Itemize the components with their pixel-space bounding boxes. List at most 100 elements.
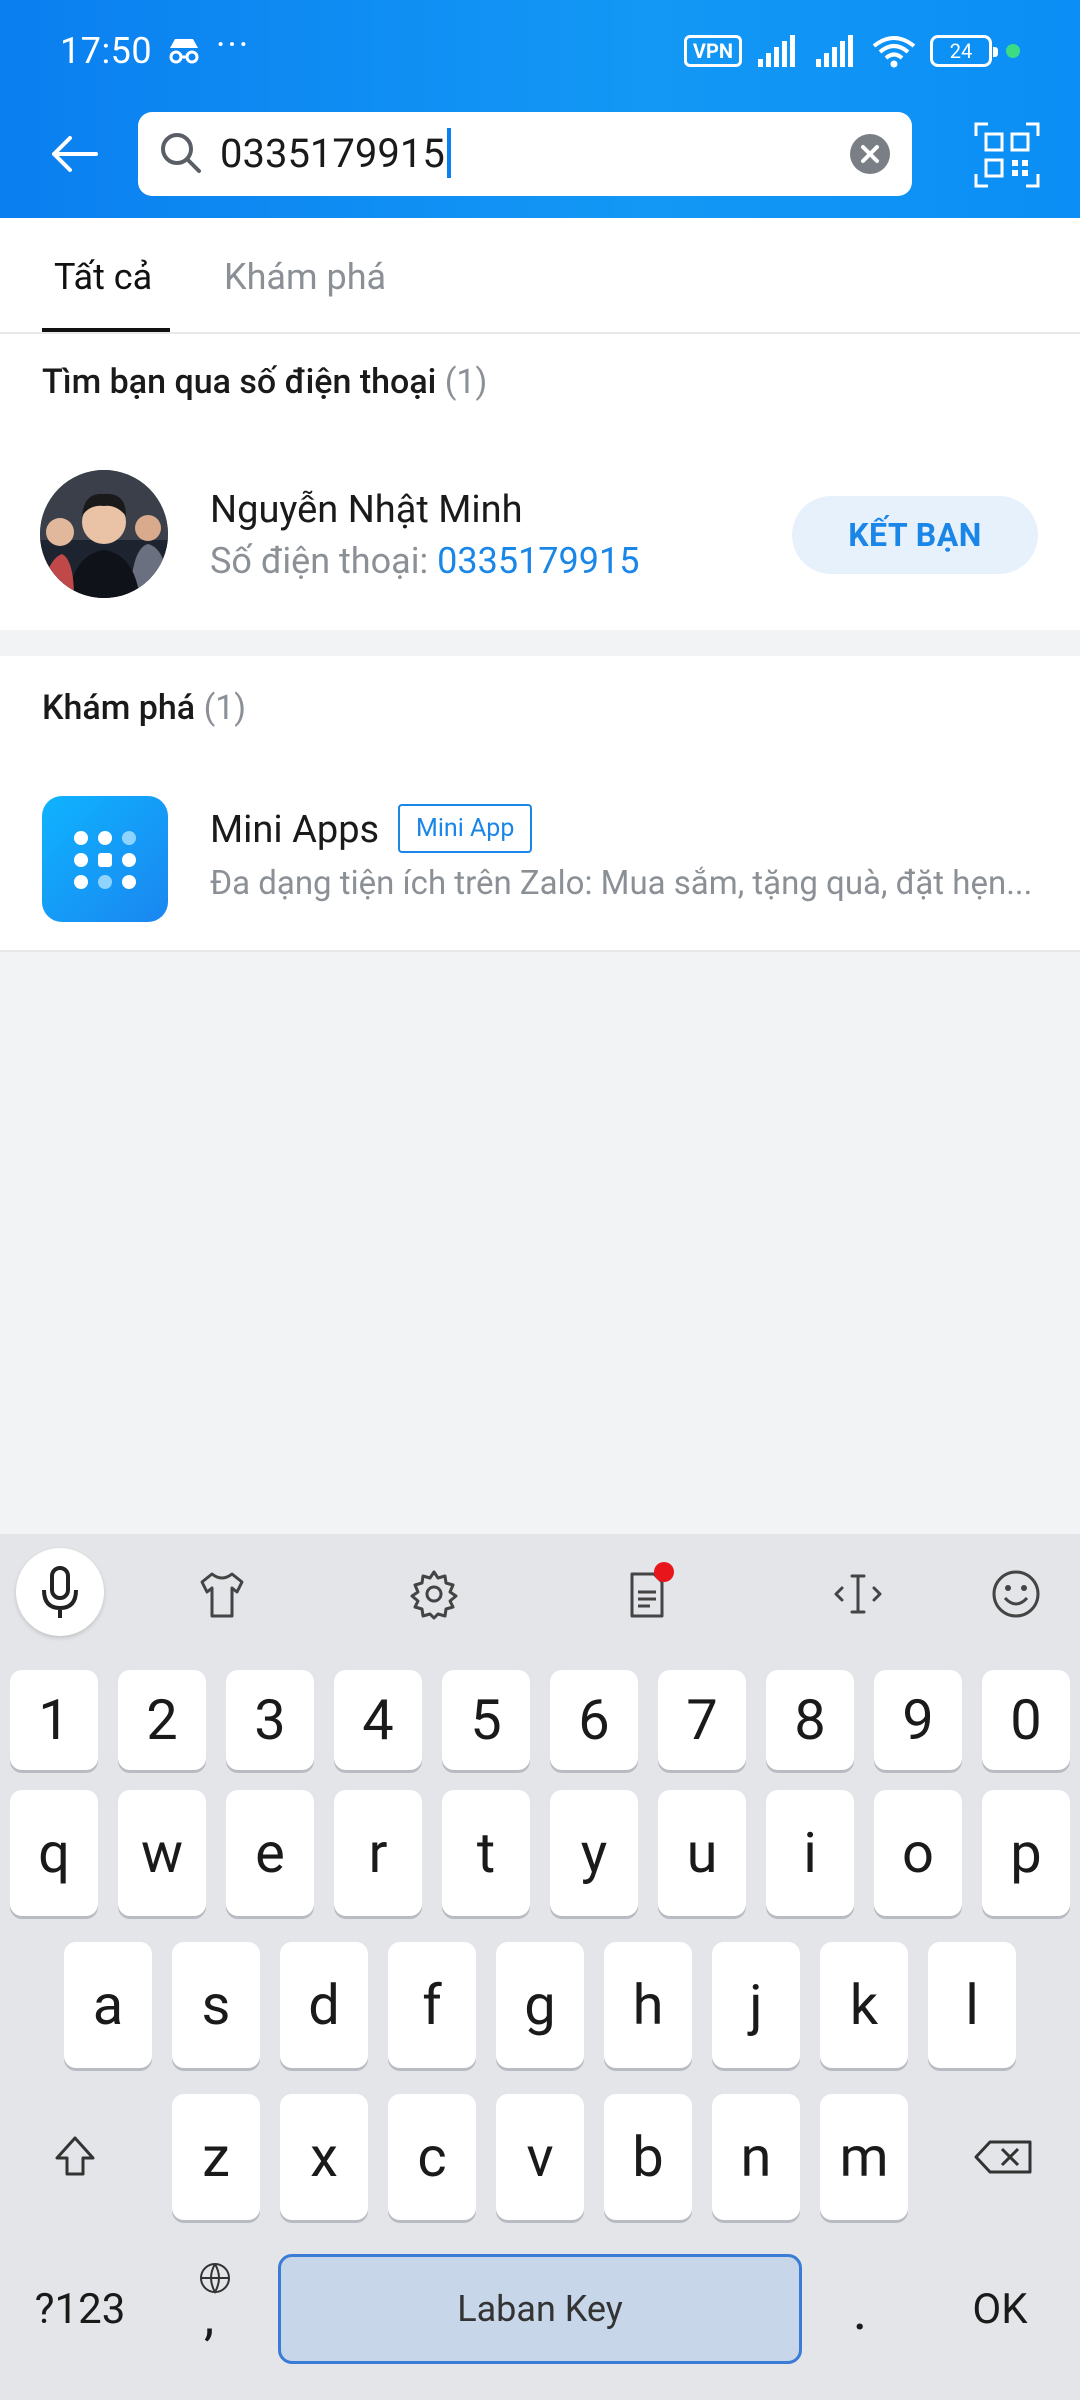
microphone-icon	[42, 1566, 78, 1618]
mini-app-badge: Mini App	[398, 804, 533, 853]
ok-key[interactable]: OK	[950, 2278, 1050, 2342]
cursor-move-icon[interactable]	[830, 1566, 886, 1622]
key-g[interactable]: g	[496, 1942, 584, 2068]
signal-icon-2	[816, 35, 853, 67]
key-1[interactable]: 1	[10, 1670, 98, 1770]
emoji-icon[interactable]	[988, 1566, 1044, 1622]
key-o[interactable]: o	[874, 1790, 962, 1916]
space-bar[interactable]: Laban Key	[278, 2254, 802, 2364]
app-description: Đa dạng tiện ích trên Zalo: Mua sắm, tặn…	[210, 864, 1033, 903]
clear-search-button[interactable]	[850, 134, 890, 174]
shift-arrow-icon	[55, 2136, 95, 2176]
qr-code-icon	[974, 122, 1040, 188]
key-l[interactable]: l	[928, 1942, 1016, 2068]
search-box[interactable]: 0335179915	[138, 112, 912, 196]
comma-key[interactable]: ,	[180, 2260, 250, 2360]
key-3[interactable]: 3	[226, 1670, 314, 1770]
status-bar: 17:50 ··· VPN 24	[0, 0, 1080, 108]
key-n[interactable]: n	[712, 2094, 800, 2220]
section-count: (1)	[203, 688, 247, 728]
phone-number[interactable]: 0335179915	[437, 540, 639, 582]
wifi-icon	[872, 36, 916, 68]
signal-icon	[758, 35, 795, 67]
app-header: 17:50 ··· VPN 24 0335179915	[0, 0, 1080, 218]
key-k[interactable]: k	[820, 1942, 908, 2068]
contact-phone-line: Số điện thoại: 0335179915	[210, 540, 639, 582]
backspace-key[interactable]	[960, 2094, 1050, 2220]
search-input[interactable]: 0335179915	[220, 128, 451, 178]
voice-input-button[interactable]	[16, 1548, 104, 1636]
arrow-left-icon	[52, 136, 98, 172]
contact-name: Nguyễn Nhật Minh	[210, 488, 523, 532]
keyboard: 1 2 3 4 5 6 7 8 9 0 q w e r t y u i o p …	[0, 1534, 1080, 2400]
key-a[interactable]: a	[64, 1942, 152, 2068]
app-name: Mini Apps	[210, 808, 380, 852]
incognito-icon	[166, 36, 202, 70]
theme-shirt-icon[interactable]	[194, 1566, 250, 1622]
battery-indicator: 24	[930, 35, 998, 67]
settings-gear-icon[interactable]	[406, 1566, 462, 1622]
section-title-text: Khám phá	[42, 688, 196, 728]
tab-all[interactable]: Tất cả	[54, 256, 152, 298]
vpn-indicator: VPN	[683, 35, 742, 67]
period-key[interactable]: .	[830, 2260, 890, 2360]
comma-label: ,	[204, 2286, 215, 2347]
tab-discover[interactable]: Khám phá	[224, 256, 386, 298]
key-7[interactable]: 7	[658, 1670, 746, 1770]
status-time: 17:50	[60, 30, 153, 72]
back-button[interactable]	[42, 122, 106, 186]
add-friend-button[interactable]: KẾT BẠN	[792, 496, 1038, 574]
notification-dot	[654, 1562, 674, 1582]
section-title-text: Tìm bạn qua số điện thoại	[42, 362, 437, 402]
key-h[interactable]: h	[604, 1942, 692, 2068]
key-v[interactable]: v	[496, 2094, 584, 2220]
shift-key[interactable]	[30, 2094, 120, 2220]
clipboard-button[interactable]	[618, 1562, 674, 1626]
key-2[interactable]: 2	[118, 1670, 206, 1770]
key-0[interactable]: 0	[982, 1670, 1070, 1770]
text-caret	[446, 128, 451, 178]
key-i[interactable]: i	[766, 1790, 854, 1916]
key-f[interactable]: f	[388, 1942, 476, 2068]
close-icon	[861, 145, 879, 163]
active-tab-indicator	[42, 328, 170, 332]
qr-scan-button[interactable]	[974, 122, 1040, 188]
grid-dots-icon	[74, 831, 136, 889]
phone-label: Số điện thoại:	[210, 540, 438, 582]
key-p[interactable]: p	[982, 1790, 1070, 1916]
key-z[interactable]: z	[172, 2094, 260, 2220]
key-u[interactable]: u	[658, 1790, 746, 1916]
section-count: (1)	[444, 362, 488, 402]
privacy-dot-icon	[1006, 44, 1020, 58]
key-d[interactable]: d	[280, 1942, 368, 2068]
key-6[interactable]: 6	[550, 1670, 638, 1770]
tab-bar: Tất cả Khám phá	[0, 218, 1080, 334]
avatar-photo	[40, 470, 168, 598]
mini-apps-icon[interactable]	[42, 796, 168, 922]
search-icon	[161, 133, 201, 173]
key-s[interactable]: s	[172, 1942, 260, 2068]
key-e[interactable]: e	[226, 1790, 314, 1916]
key-4[interactable]: 4	[334, 1670, 422, 1770]
discover-section: Khám phá (1) Mini Apps Mini App Đa dạng …	[0, 656, 1080, 952]
key-x[interactable]: x	[280, 2094, 368, 2220]
key-j[interactable]: j	[712, 1942, 800, 2068]
key-r[interactable]: r	[334, 1790, 422, 1916]
key-9[interactable]: 9	[874, 1670, 962, 1770]
key-c[interactable]: c	[388, 2094, 476, 2220]
symbols-key[interactable]: ?123	[20, 2278, 140, 2342]
key-b[interactable]: b	[604, 2094, 692, 2220]
search-input-value: 0335179915	[220, 129, 445, 177]
key-w[interactable]: w	[118, 1790, 206, 1916]
key-8[interactable]: 8	[766, 1670, 854, 1770]
backspace-icon	[974, 2140, 1032, 2174]
section-title: Tìm bạn qua số điện thoại (1)	[42, 362, 487, 402]
keyboard-toolbar	[0, 1534, 1080, 1654]
key-t[interactable]: t	[442, 1790, 530, 1916]
key-m[interactable]: m	[820, 2094, 908, 2220]
section-title: Khám phá (1)	[42, 688, 246, 728]
key-q[interactable]: q	[10, 1790, 98, 1916]
key-y[interactable]: y	[550, 1790, 638, 1916]
avatar[interactable]	[40, 470, 168, 598]
key-5[interactable]: 5	[442, 1670, 530, 1770]
